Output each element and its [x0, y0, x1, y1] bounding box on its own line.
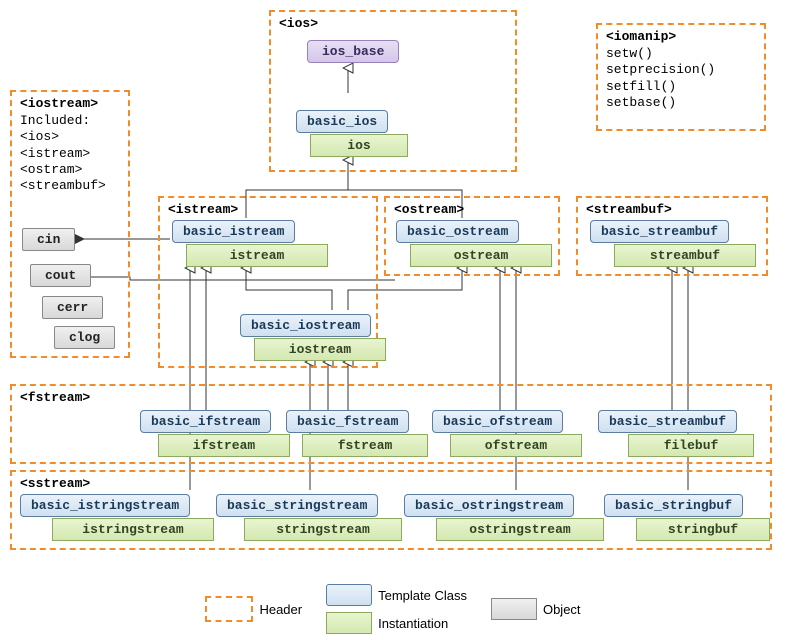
iostream-line3: <istream> [20, 146, 120, 162]
legend-template: Template Class [326, 584, 467, 606]
obj-cout: cout [30, 264, 91, 287]
obj-cerr: cerr [42, 296, 103, 319]
inst-streambuf: streambuf [614, 244, 756, 267]
legend-object: Object [491, 598, 581, 620]
obj-cin: cin [22, 228, 75, 251]
inst-stringbuf: stringbuf [636, 518, 770, 541]
iostream-line1: Included: [20, 113, 120, 129]
legend-template-label: Template Class [378, 588, 467, 603]
legend-instantiation: Instantiation [326, 612, 467, 634]
template-basic-ios: basic_ios [296, 110, 388, 133]
template-basic-streambuf: basic_streambuf [590, 220, 729, 243]
template-basic-ifstream: basic_ifstream [140, 410, 271, 433]
inst-filebuf: filebuf [628, 434, 754, 457]
iomanip-setfill: setfill() [606, 79, 756, 95]
header-fstream-title: <fstream> [20, 390, 762, 405]
inst-ifstream: ifstream [158, 434, 290, 457]
inst-ios: ios [310, 134, 408, 157]
header-ios-title: <ios> [279, 16, 507, 31]
legend-object-label: Object [543, 602, 581, 617]
template-basic-istream: basic_istream [172, 220, 295, 243]
class-ios-base: ios_base [307, 40, 399, 63]
inst-iostream: iostream [254, 338, 386, 361]
template-basic-iostream: basic_iostream [240, 314, 371, 337]
inst-istream: istream [186, 244, 328, 267]
header-iostream-title: <iostream> [20, 96, 120, 111]
template-basic-stringbuf: basic_stringbuf [604, 494, 743, 517]
header-istream-title: <istream> [168, 202, 368, 217]
iostream-line2: <ios> [20, 129, 120, 145]
swatch-inst [326, 612, 372, 634]
template-basic-stringstream: basic_stringstream [216, 494, 378, 517]
iomanip-setprecision: setprecision() [606, 62, 756, 78]
legend-inst-label: Instantiation [378, 616, 448, 631]
iostream-included: Included: <ios> <istream> <ostram> <stre… [20, 113, 120, 194]
obj-clog: clog [54, 326, 115, 349]
iostream-line5: <streambuf> [20, 178, 120, 194]
header-iomanip-title: <iomanip> [606, 29, 756, 44]
template-basic-ofstream: basic_ofstream [432, 410, 563, 433]
legend: Header Template Class Instantiation Obje… [0, 584, 786, 634]
iomanip-setw: setw() [606, 46, 756, 62]
iomanip-text: setw() setprecision() setfill() setbase(… [606, 46, 756, 111]
iomanip-setbase: setbase() [606, 95, 756, 111]
legend-header: Header [205, 596, 302, 622]
swatch-object [491, 598, 537, 620]
inst-ofstream: ofstream [450, 434, 582, 457]
header-sstream-title: <sstream> [20, 476, 762, 491]
template-basic-fstream: basic_fstream [286, 410, 409, 433]
inst-fstream: fstream [302, 434, 428, 457]
template-basic-ostringstream: basic_ostringstream [404, 494, 574, 517]
header-iomanip: <iomanip> setw() setprecision() setfill(… [596, 23, 766, 131]
header-streambuf-title: <streambuf> [586, 202, 758, 217]
swatch-template [326, 584, 372, 606]
template-basic-filebuf: basic_streambuf [598, 410, 737, 433]
inst-ostringstream: ostringstream [436, 518, 604, 541]
iostream-line4: <ostram> [20, 162, 120, 178]
inst-istringstream: istringstream [52, 518, 214, 541]
legend-header-label: Header [259, 602, 302, 617]
template-basic-istringstream: basic_istringstream [20, 494, 190, 517]
header-ostream-title: <ostream> [394, 202, 550, 217]
inst-stringstream: stringstream [244, 518, 402, 541]
swatch-header [205, 596, 253, 622]
template-basic-ostream: basic_ostream [396, 220, 519, 243]
inst-ostream: ostream [410, 244, 552, 267]
